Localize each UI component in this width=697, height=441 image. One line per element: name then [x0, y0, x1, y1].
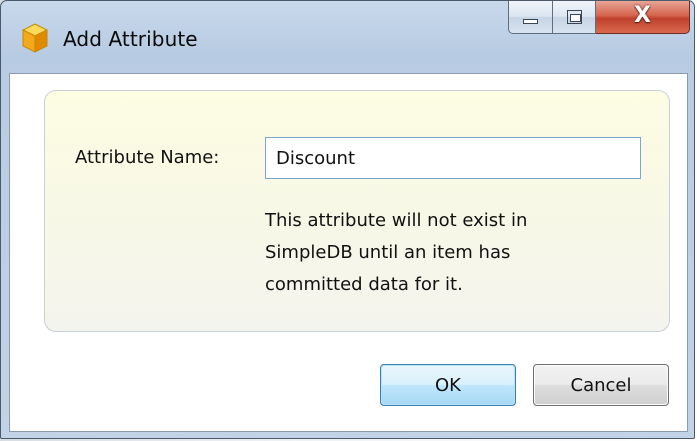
window-title: Add Attribute [63, 27, 198, 51]
title-bar[interactable]: Add Attribute X [1, 1, 694, 73]
attribute-panel: Attribute Name: This attribute will not … [44, 90, 670, 332]
caption-buttons: X [508, 1, 690, 39]
ok-button[interactable]: OK [380, 364, 516, 406]
close-button[interactable]: X [596, 1, 690, 34]
close-icon: X [634, 3, 651, 28]
minimize-icon [523, 19, 538, 24]
add-attribute-dialog: Add Attribute X Attribute Name: This att… [0, 0, 695, 439]
attribute-name-input[interactable] [265, 137, 641, 179]
yellow-cube-icon [22, 23, 48, 53]
cancel-button[interactable]: Cancel [533, 364, 669, 406]
minimize-button[interactable] [508, 1, 553, 34]
maximize-icon [567, 10, 582, 24]
attribute-hint-text: This attribute will not exist in SimpleD… [265, 210, 528, 295]
attribute-name-label: Attribute Name: [75, 147, 220, 168]
maximize-button[interactable] [553, 1, 596, 34]
dialog-content: Attribute Name: This attribute will not … [9, 73, 688, 432]
